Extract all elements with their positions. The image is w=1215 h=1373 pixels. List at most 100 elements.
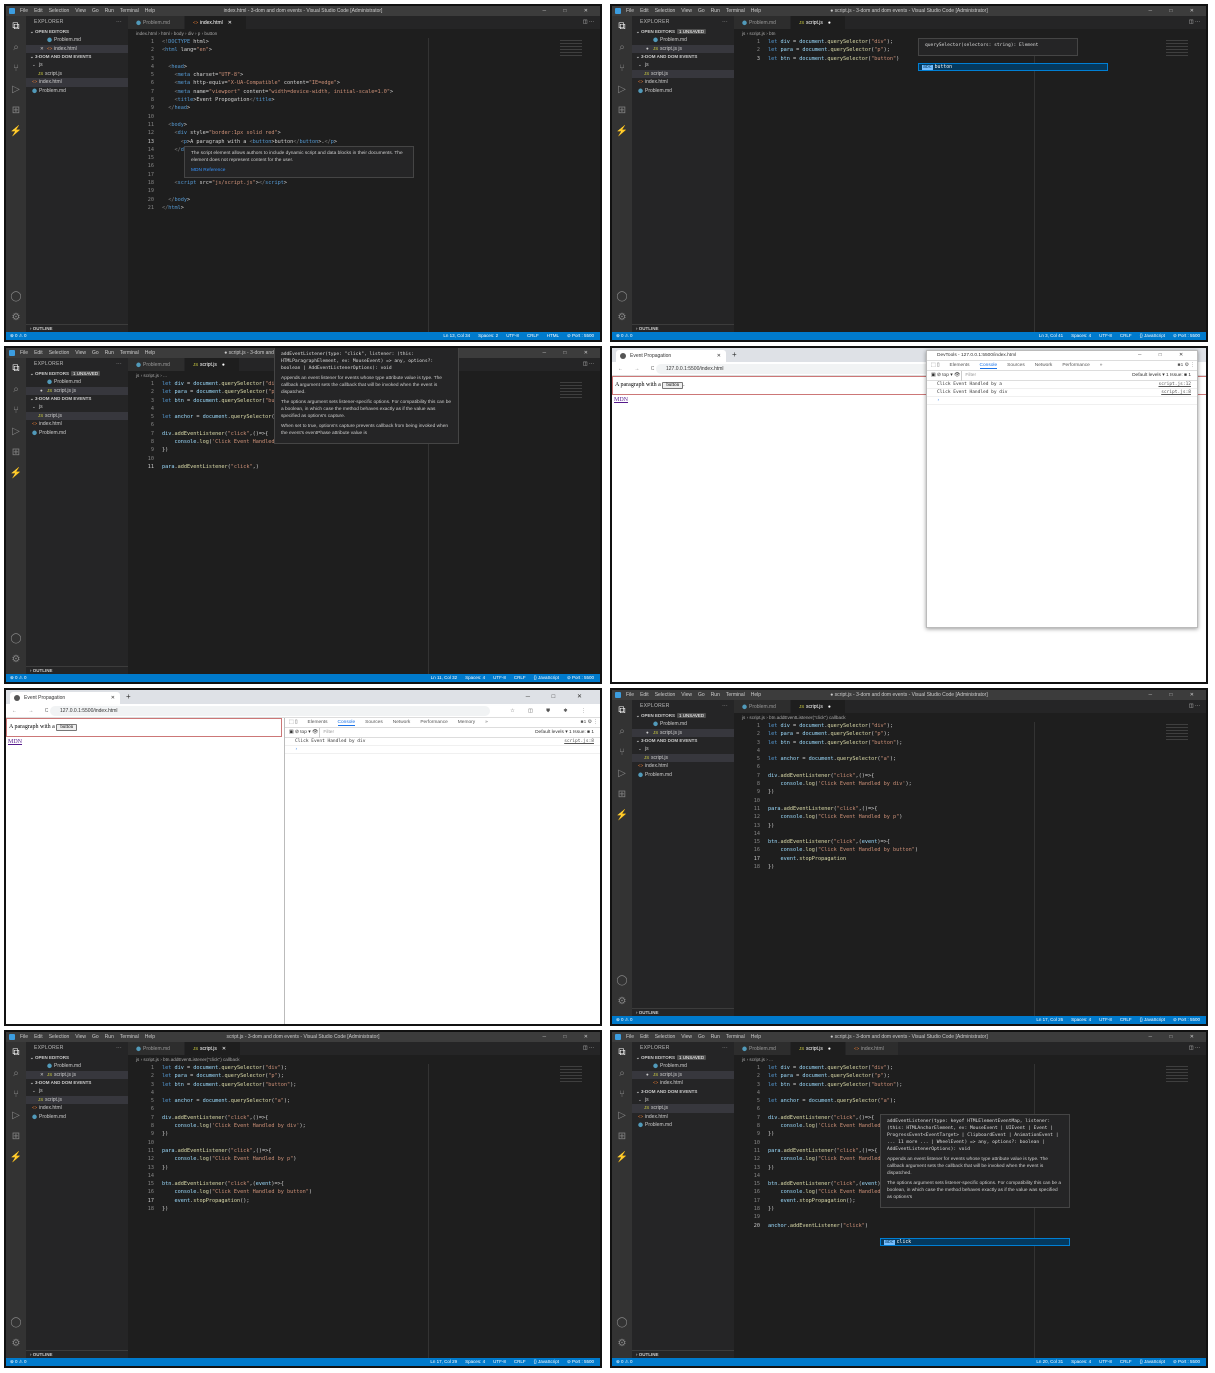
- folder-section[interactable]: ⌄ 3-DOM AND DOM EVENTS: [632, 737, 734, 745]
- tree-item[interactable]: <> index.html: [26, 1104, 128, 1113]
- browser-tab[interactable]: Event Propagation ✕: [616, 350, 726, 362]
- log-levels-dropdown[interactable]: Default levels ▾: [1132, 373, 1165, 378]
- devtools-settings-icon[interactable]: ■1 ⚙ ⋮: [581, 718, 598, 728]
- folder-section[interactable]: ⌄ 3-DOM AND DOM EVENTS: [26, 395, 128, 403]
- folder-section[interactable]: ⌄ 3-DOM AND DOM EVENTS: [26, 53, 128, 61]
- tree-item[interactable]: ⌄ js: [632, 61, 734, 70]
- status-item[interactable]: ⊘ Port : 5500: [567, 1359, 594, 1364]
- devtools-tab-sources[interactable]: Sources: [365, 720, 383, 725]
- settings-gear-icon[interactable]: ⚙: [6, 649, 26, 670]
- open-editor-item[interactable]: ⬤ Problem.md: [26, 1062, 128, 1071]
- extensions-icon[interactable]: ⊞: [6, 442, 26, 463]
- devtools-tab-network[interactable]: Network: [1035, 363, 1053, 368]
- tab-script-js[interactable]: JS script.js ●: [184, 358, 240, 371]
- status-item[interactable]: {} JavaScript: [1140, 1359, 1165, 1364]
- search-icon[interactable]: ⌕: [612, 37, 632, 58]
- devtools-tab-network[interactable]: Network: [393, 720, 411, 725]
- window-controls[interactable]: ─ □ ✕: [542, 1032, 596, 1042]
- status-item[interactable]: CRLF: [1120, 1017, 1132, 1022]
- status-item[interactable]: CRLF: [514, 1359, 526, 1364]
- status-item[interactable]: UTF-8: [1099, 1017, 1112, 1022]
- status-item[interactable]: Ln 11, Col 32: [431, 675, 457, 680]
- tree-item[interactable]: ⌄ js: [26, 403, 128, 412]
- outline-section[interactable]: › OUTLINE: [632, 324, 734, 332]
- status-item[interactable]: {} JavaScript: [534, 675, 559, 680]
- minimap[interactable]: [1166, 40, 1188, 58]
- tree-item[interactable]: ⌄ js: [26, 61, 128, 70]
- more-actions-icon[interactable]: ···: [722, 16, 728, 28]
- tab-close-icon[interactable]: ✕: [111, 692, 115, 704]
- status-item[interactable]: CRLF: [1120, 1359, 1132, 1364]
- devtools-window-controls[interactable]: ─ □ ✕: [1138, 351, 1191, 361]
- problems-indicator[interactable]: ⊗ 0 ⚠ 0: [10, 674, 27, 682]
- window-controls[interactable]: ─ □ ✕: [1148, 1032, 1202, 1042]
- inspect-icon[interactable]: ⬚ ▯: [289, 720, 298, 725]
- live-share-icon[interactable]: ⚡: [612, 805, 632, 826]
- close-icon[interactable]: ✕: [228, 20, 232, 26]
- outline-section[interactable]: › OUTLINE: [26, 324, 128, 332]
- status-item[interactable]: ⊘ Port : 5500: [1173, 1359, 1200, 1364]
- settings-gear-icon[interactable]: ⚙: [6, 1333, 26, 1354]
- open-editor-item[interactable]: ⬤ Problem.md: [26, 36, 128, 45]
- new-tab-button[interactable]: +: [732, 348, 737, 362]
- run-debug-icon[interactable]: ▷: [6, 1105, 26, 1126]
- files-icon[interactable]: ⧉: [6, 16, 26, 37]
- open-editor-item[interactable]: ● JS script.js js: [632, 1070, 734, 1079]
- search-icon[interactable]: ⌕: [6, 379, 26, 400]
- console-source-link[interactable]: script.js:8: [1161, 389, 1191, 397]
- live-share-icon[interactable]: ⚡: [6, 463, 26, 484]
- live-expression-icon[interactable]: 👁: [953, 373, 962, 378]
- search-icon[interactable]: ⌕: [6, 37, 26, 58]
- tree-item[interactable]: ⌄ js: [632, 1096, 734, 1105]
- clear-console-icon[interactable]: ▣ ⊘: [289, 730, 300, 735]
- minimap[interactable]: [560, 382, 582, 400]
- account-icon[interactable]: ◯: [612, 1312, 632, 1333]
- mdn-reference-link[interactable]: MDN Reference: [191, 168, 225, 173]
- tree-item[interactable]: ⬤ Problem.md: [632, 771, 734, 780]
- tree-item[interactable]: JS script.js: [26, 70, 128, 79]
- status-item[interactable]: UTF-8: [493, 1359, 506, 1364]
- status-item[interactable]: {} JavaScript: [1140, 1017, 1165, 1022]
- settings-gear-icon[interactable]: ⚙: [612, 1333, 632, 1354]
- tree-item[interactable]: JS script.js: [26, 411, 128, 420]
- minimap[interactable]: [1166, 724, 1188, 742]
- new-tab-button[interactable]: +: [126, 690, 131, 704]
- account-icon[interactable]: ◯: [612, 970, 632, 991]
- run-debug-icon[interactable]: ▷: [6, 421, 26, 442]
- devtools-tab-performance[interactable]: Performance: [1062, 363, 1089, 368]
- open-editors-section[interactable]: ⌄ OPEN EDITORS 1 UNSAVED: [26, 370, 128, 378]
- run-debug-icon[interactable]: ▷: [612, 79, 632, 100]
- problems-indicator[interactable]: ⊗ 0 ⚠ 0: [10, 332, 27, 340]
- status-item[interactable]: {} JavaScript: [1140, 333, 1165, 338]
- status-item[interactable]: UTF-8: [1099, 1359, 1112, 1364]
- window-controls[interactable]: ─ □ ✕: [542, 348, 596, 358]
- files-icon[interactable]: ⧉: [6, 1042, 26, 1063]
- log-levels-dropdown[interactable]: Default levels ▾: [535, 730, 568, 735]
- open-editor-item[interactable]: ● JS script.js js: [26, 386, 128, 395]
- breadcrumb[interactable]: index.html › html › body › div › p › but…: [128, 29, 600, 38]
- open-editor-item[interactable]: ⬤ Problem.md: [26, 378, 128, 387]
- status-item[interactable]: Ln 3, Col 41: [1039, 333, 1063, 338]
- status-item[interactable]: Spaces: 4: [1071, 1359, 1091, 1364]
- source-control-icon[interactable]: ⑂: [612, 1084, 632, 1105]
- more-actions-icon[interactable]: ···: [722, 1042, 728, 1054]
- status-item[interactable]: Ln 17, Col 26: [1036, 1017, 1063, 1022]
- open-editor-item[interactable]: ⬤ Problem.md: [632, 1062, 734, 1071]
- outline-section[interactable]: › OUTLINE: [26, 666, 128, 674]
- devtools-settings-icon[interactable]: ■1 ⚙ ⋮: [1178, 361, 1195, 371]
- folder-section[interactable]: ⌄ 3-DOM AND DOM EVENTS: [632, 53, 734, 61]
- folder-section[interactable]: ⌄ 3-DOM AND DOM EVENTS: [26, 1079, 128, 1087]
- search-icon[interactable]: ⌕: [612, 721, 632, 742]
- devtools-tab-performance[interactable]: Performance: [420, 720, 447, 725]
- status-item[interactable]: ⊘ Port : 5500: [1173, 333, 1200, 338]
- status-item[interactable]: Ln 17, Col 29: [430, 1359, 457, 1364]
- bordered-div[interactable]: A paragraph with a button: [6, 718, 282, 737]
- breadcrumb[interactable]: js › script.js › btn.addEventListener("c…: [734, 713, 1206, 722]
- tree-item[interactable]: JS script.js: [632, 753, 734, 762]
- dirty-dot-icon[interactable]: ●: [222, 362, 225, 368]
- tab-index-html[interactable]: <> index.html ✕: [184, 16, 247, 29]
- open-editors-section[interactable]: ⌄ OPEN EDITORS: [26, 1054, 128, 1062]
- outline-section[interactable]: › OUTLINE: [632, 1350, 734, 1358]
- files-icon[interactable]: ⧉: [6, 358, 26, 379]
- context-selector[interactable]: top ▾: [300, 730, 310, 735]
